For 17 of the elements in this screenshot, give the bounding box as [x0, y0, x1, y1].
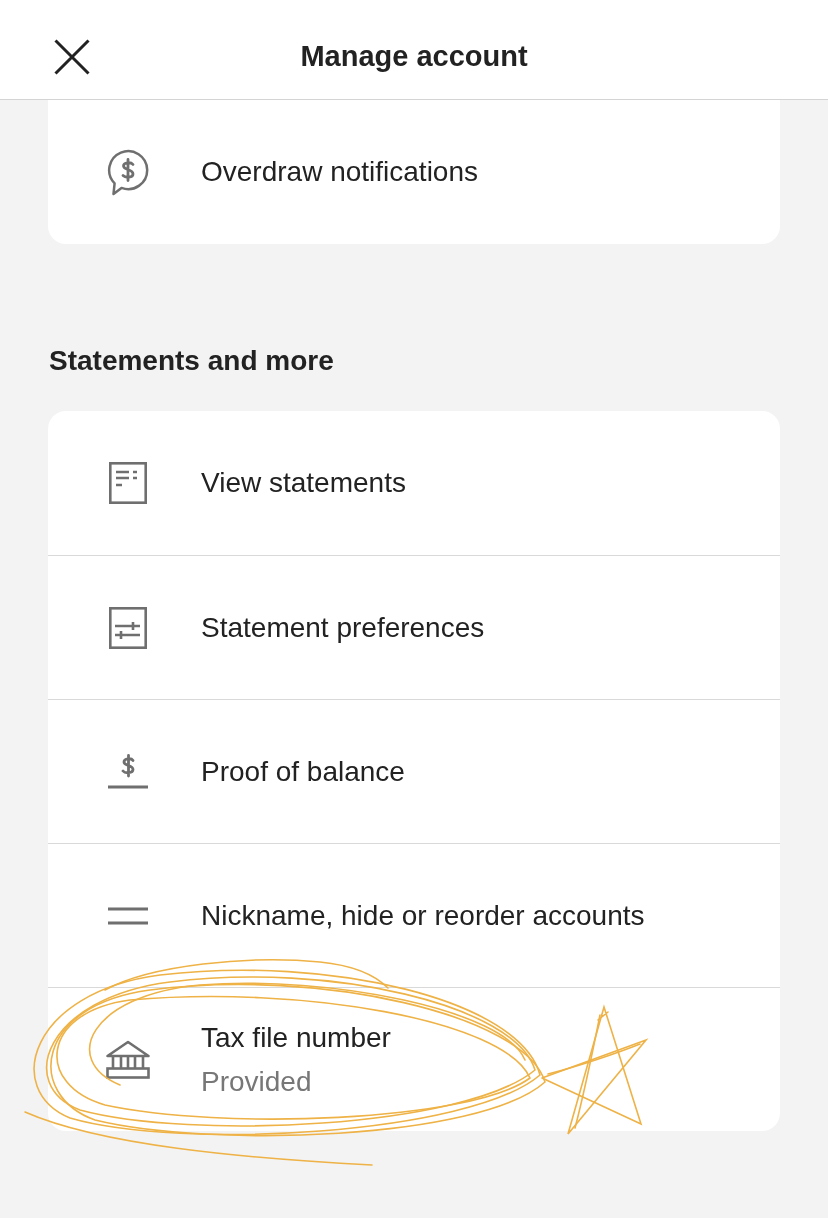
menu-item[interactable]: Nickname, hide or reorder accounts — [48, 843, 780, 987]
section-heading: Statements and more — [49, 344, 335, 378]
menu-item[interactable]: Overdraw notifications — [48, 100, 780, 244]
dollar-underline-icon — [107, 753, 149, 790]
menu-item[interactable]: Statement preferences — [48, 555, 780, 699]
menu-item[interactable]: Proof of balance — [48, 699, 780, 843]
document-sliders-icon — [109, 606, 147, 649]
menu-item[interactable]: View statements — [48, 411, 780, 555]
menu-item[interactable]: Tax file number Provided — [48, 987, 780, 1131]
close-button[interactable] — [54, 39, 90, 75]
status-text: Provided — [201, 1064, 313, 1099]
two-lines-icon — [107, 906, 149, 925]
document-lines-icon — [109, 462, 147, 504]
bank-building-icon — [105, 1039, 151, 1080]
speech-bubble-dollar-icon — [106, 148, 150, 196]
close-icon — [54, 39, 90, 75]
page-title: Manage account — [300, 38, 528, 74]
